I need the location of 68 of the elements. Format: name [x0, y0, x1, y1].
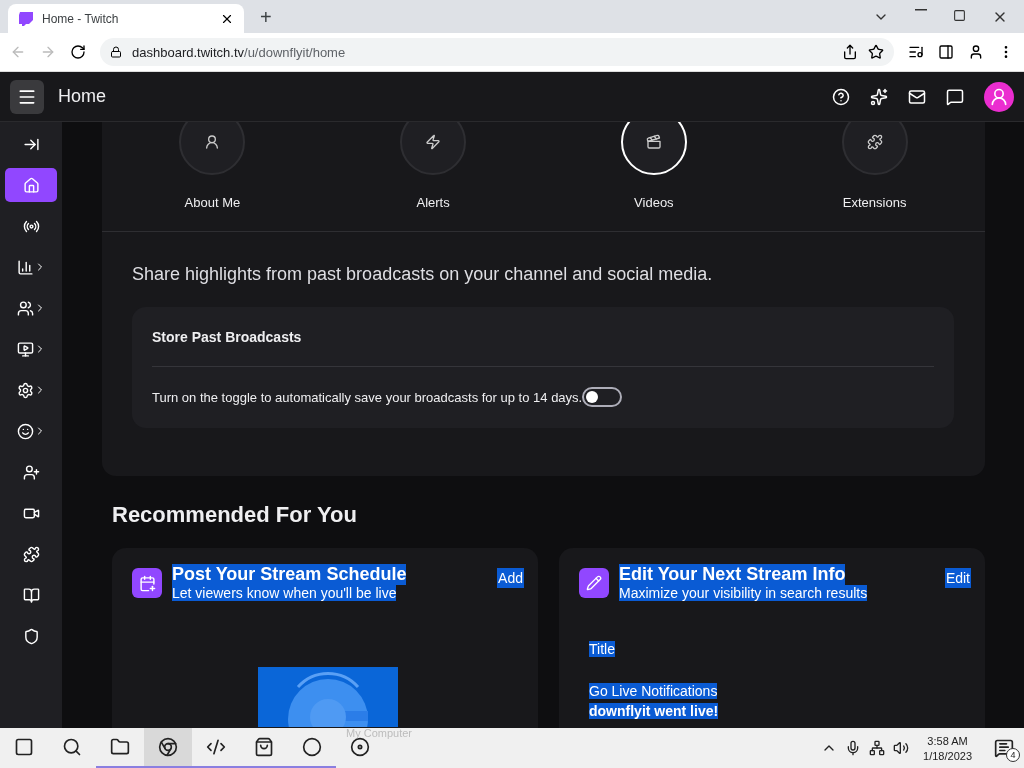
puzzle-icon [22, 545, 40, 563]
new-tab-button[interactable]: + [260, 6, 272, 29]
menu-button[interactable] [10, 79, 44, 114]
volume-icon [893, 740, 910, 756]
mail-icon [908, 87, 926, 106]
side-panel-icon [938, 44, 954, 60]
clock-time: 3:58 AM [927, 734, 968, 747]
card-subtitle: Maximize your visibility in search results [619, 585, 868, 601]
bolt-icon [425, 134, 442, 150]
minimize-icon[interactable] [915, 9, 927, 11]
calendar-plus-icon [138, 574, 156, 592]
toggle-switch[interactable] [582, 387, 623, 407]
notification-text: downflyit went live! [589, 703, 719, 719]
book-icon [22, 586, 40, 604]
browser-icon [158, 737, 178, 757]
tile-button[interactable]: Alerts [363, 122, 504, 211]
folder-icon [110, 737, 130, 757]
notifications-icon[interactable] [994, 738, 1014, 758]
notification-count: 4 [1006, 748, 1020, 762]
field-label: Title [589, 641, 615, 657]
maximize-icon [953, 9, 966, 22]
section-heading: Recommended For You [112, 502, 358, 528]
setting-title: Store Past Broadcasts [152, 307, 934, 367]
settings-icon [16, 381, 34, 399]
puzzle-icon [866, 134, 883, 150]
share-icon [842, 44, 858, 60]
card-subtitle: Let viewers know when you'll be live [172, 585, 397, 601]
tab-logo-icon [18, 10, 34, 27]
page-title: Home [58, 86, 106, 107]
tile-button[interactable]: Videos [583, 122, 724, 211]
setting-text: Turn on the toggle to automatically save your broadcasts for up to 14 days. [152, 389, 583, 405]
help-icon [832, 87, 850, 106]
lock-icon [110, 46, 122, 58]
sparkle-icon [870, 87, 888, 106]
field-label: Go Live Notifications [589, 683, 718, 699]
tile-button[interactable]: About Me [142, 122, 283, 211]
action-link[interactable]: Add [497, 568, 524, 588]
media-icon [908, 44, 924, 60]
chat-icon [946, 87, 964, 106]
clapper-icon [645, 134, 662, 150]
person-icon [989, 86, 1009, 107]
card-title: Post Your Stream Schedule [172, 564, 407, 585]
add-user-icon [22, 463, 40, 481]
profile-icon [968, 44, 984, 60]
pencil-drawing-icon [586, 575, 602, 591]
disc-app-icon [350, 737, 370, 757]
network-icon [869, 740, 886, 756]
store-icon [254, 737, 274, 757]
chart-icon [16, 258, 34, 276]
home-icon [22, 176, 40, 194]
smiley-icon [16, 422, 34, 440]
shield-icon [22, 627, 40, 645]
star-icon [868, 44, 884, 60]
people-icon [16, 299, 34, 317]
search-icon [62, 737, 82, 757]
clock-date: 1/18/2023 [923, 749, 972, 762]
reload-icon[interactable] [70, 44, 86, 60]
taskbar-app[interactable] [144, 728, 192, 768]
screen-icon [16, 340, 34, 358]
description: Share highlights from past broadcasts on your channel and social media. [132, 264, 714, 285]
tile-button[interactable]: Extensions [804, 122, 945, 211]
code-icon [206, 737, 226, 757]
circle-app-icon [302, 737, 322, 757]
tab-title: Home - Twitch [42, 11, 120, 26]
person-icon [204, 134, 221, 150]
card-title: Edit Your Next Stream Info [619, 564, 846, 585]
avatar[interactable] [984, 81, 1014, 112]
action-link[interactable]: Edit [944, 568, 971, 588]
